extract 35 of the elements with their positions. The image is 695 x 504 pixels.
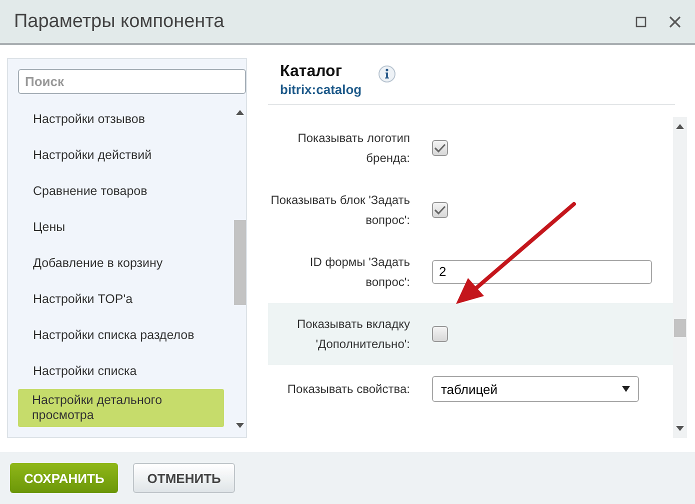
dropdown[interactable]: таблицей bbox=[432, 376, 639, 402]
sidebar-item[interactable]: Настройки списка bbox=[18, 353, 224, 389]
scroll-thumb[interactable] bbox=[674, 319, 686, 337]
field-label: Показывать вкладку 'Дополнительно': bbox=[296, 316, 410, 353]
sidebar-item[interactable]: Цены bbox=[18, 209, 224, 245]
scrollbar[interactable] bbox=[673, 117, 687, 438]
input-field[interactable]: 2 bbox=[432, 260, 652, 284]
field-label: ID формы 'Задать вопрос': bbox=[308, 254, 410, 291]
sidebar-item[interactable]: Сравнение товаров bbox=[18, 173, 224, 209]
maximize-icon[interactable] bbox=[635, 16, 647, 28]
scroll-up-icon[interactable] bbox=[236, 109, 244, 115]
sidebar-item[interactable]: Добавление в корзину bbox=[18, 245, 224, 281]
component-title: Каталог bbox=[280, 63, 343, 81]
sidebar-item[interactable]: Настройки списка разделов bbox=[18, 317, 224, 353]
cancel-button[interactable]: ОТМЕНИТЬ bbox=[133, 463, 235, 493]
checkbox[interactable] bbox=[432, 140, 448, 156]
field-label: Показывать логотип бренда: bbox=[296, 130, 410, 167]
sidebar-item[interactable]: Настройки отзывов bbox=[18, 101, 224, 137]
caret-icon bbox=[622, 386, 630, 392]
component-code: bitrix:catalog bbox=[280, 82, 362, 97]
sidebar-item[interactable]: Настройки TOP'а bbox=[18, 281, 224, 317]
field-label: Показывать свойства: bbox=[286, 381, 410, 398]
window-title: Параметры компонента bbox=[14, 10, 226, 32]
scroll-up-icon[interactable] bbox=[676, 123, 684, 129]
checkbox[interactable] bbox=[432, 202, 448, 218]
sidebar-item[interactable]: Настройки детального просмотра bbox=[18, 389, 224, 427]
search-field[interactable]: Поиск bbox=[18, 69, 246, 94]
close-icon[interactable] bbox=[669, 16, 681, 28]
scroll-down-icon[interactable] bbox=[236, 423, 244, 429]
info-icon[interactable] bbox=[378, 65, 396, 83]
sidebar-item[interactable]: Настройки действий bbox=[18, 137, 224, 173]
scroll-down-icon[interactable] bbox=[676, 426, 684, 432]
field-label: Показывать блок 'Задать вопрос': bbox=[270, 192, 410, 229]
checkbox[interactable] bbox=[432, 326, 448, 342]
scroll-thumb[interactable] bbox=[234, 220, 246, 305]
